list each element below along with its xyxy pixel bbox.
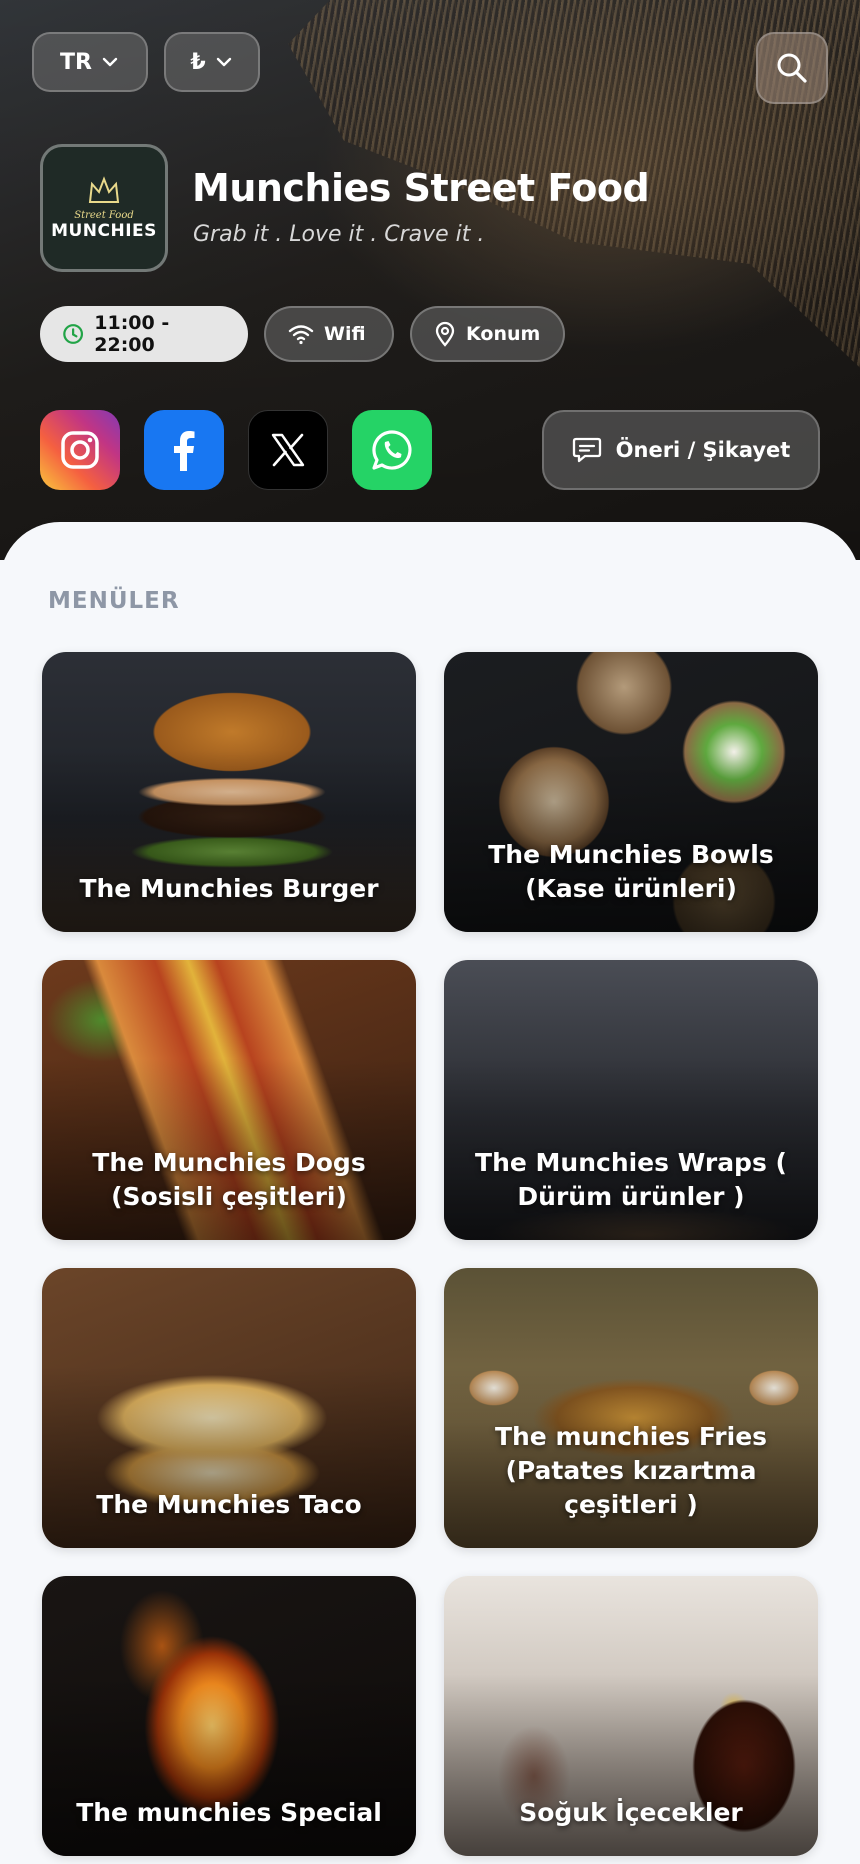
logo-subtext: Street Food xyxy=(74,209,134,221)
wifi-button[interactable]: Wifi xyxy=(264,306,394,362)
x-button[interactable] xyxy=(248,410,328,490)
menu-card-label: The Munchies Burger xyxy=(79,874,379,903)
menu-card-wraps[interactable]: The Munchies Wraps ( Dürüm ürünler ) xyxy=(444,960,818,1240)
wifi-label: Wifi xyxy=(324,323,366,345)
section-title: MENÜLER xyxy=(48,588,180,614)
feedback-label: Öneri / Şikayet xyxy=(615,438,791,462)
instagram-button[interactable] xyxy=(40,410,120,490)
menu-category-grid: The Munchies Burger The Munchies Bowls (… xyxy=(42,652,818,1856)
menu-card-special[interactable]: The munchies Special xyxy=(42,1576,416,1856)
language-label: TR xyxy=(60,49,92,75)
menu-card-dogs[interactable]: The Munchies Dogs (Sosisli çeşitleri) xyxy=(42,960,416,1240)
logo-text: MUNCHIES xyxy=(51,220,157,241)
opening-hours-text: 11:00 - 22:00 xyxy=(94,312,170,356)
menu-card-taco[interactable]: The Munchies Taco xyxy=(42,1268,416,1548)
menu-card-label: The munchies Special xyxy=(76,1798,382,1827)
feedback-button[interactable]: Öneri / Şikayet xyxy=(542,410,820,490)
menu-card-burger[interactable]: The Munchies Burger xyxy=(42,652,416,932)
location-button[interactable]: Konum xyxy=(410,306,565,362)
opening-hours-badge[interactable]: 11:00 - 22:00 xyxy=(40,306,248,362)
clock-icon xyxy=(63,324,84,344)
menu-panel: MENÜLER The Munchies Burger The Munchies… xyxy=(0,522,860,1864)
search-button[interactable] xyxy=(756,32,828,104)
chevron-down-icon xyxy=(102,57,118,67)
crown-icon xyxy=(88,175,120,203)
menu-card-label: The Munchies Bowls (Kase ürünleri) xyxy=(488,840,774,903)
location-pin-icon xyxy=(435,321,455,347)
menu-card-fries[interactable]: The munchies Fries (Patates kızartma çeş… xyxy=(444,1268,818,1548)
restaurant-name: Munchies Street Food xyxy=(192,166,650,210)
menu-card-label: Soğuk İçecekler xyxy=(519,1798,743,1827)
location-label: Konum xyxy=(466,323,541,345)
menu-card-label: The Munchies Wraps ( Dürüm ürünler ) xyxy=(475,1148,787,1211)
language-selector[interactable]: TR xyxy=(32,32,148,92)
menu-card-label: The munchies Fries (Patates kızartma çeş… xyxy=(494,1422,768,1519)
menu-card-bowls[interactable]: The Munchies Bowls (Kase ürünleri) xyxy=(444,652,818,932)
hero-header: TR ₺ Street Food MUNCHIES Munchies Stree… xyxy=(0,0,860,560)
restaurant-tagline: Grab it . Love it . Crave it . xyxy=(193,222,485,247)
whatsapp-icon xyxy=(372,430,412,470)
instagram-icon xyxy=(61,431,99,469)
whatsapp-button[interactable] xyxy=(352,410,432,490)
chat-bubble-icon xyxy=(572,437,601,463)
chevron-down-icon xyxy=(216,57,231,67)
menu-card-label: The Munchies Dogs (Sosisli çeşitleri) xyxy=(92,1148,366,1211)
x-icon xyxy=(271,433,305,467)
currency-label: ₺ xyxy=(190,49,206,75)
menu-card-drinks[interactable]: Soğuk İçecekler xyxy=(444,1576,818,1856)
facebook-button[interactable] xyxy=(144,410,224,490)
facebook-icon xyxy=(174,431,195,471)
currency-selector[interactable]: ₺ xyxy=(164,32,260,92)
wifi-icon xyxy=(288,325,314,345)
menu-card-label: The Munchies Taco xyxy=(96,1490,362,1519)
restaurant-logo: Street Food MUNCHIES xyxy=(40,144,168,272)
search-icon xyxy=(777,53,807,83)
